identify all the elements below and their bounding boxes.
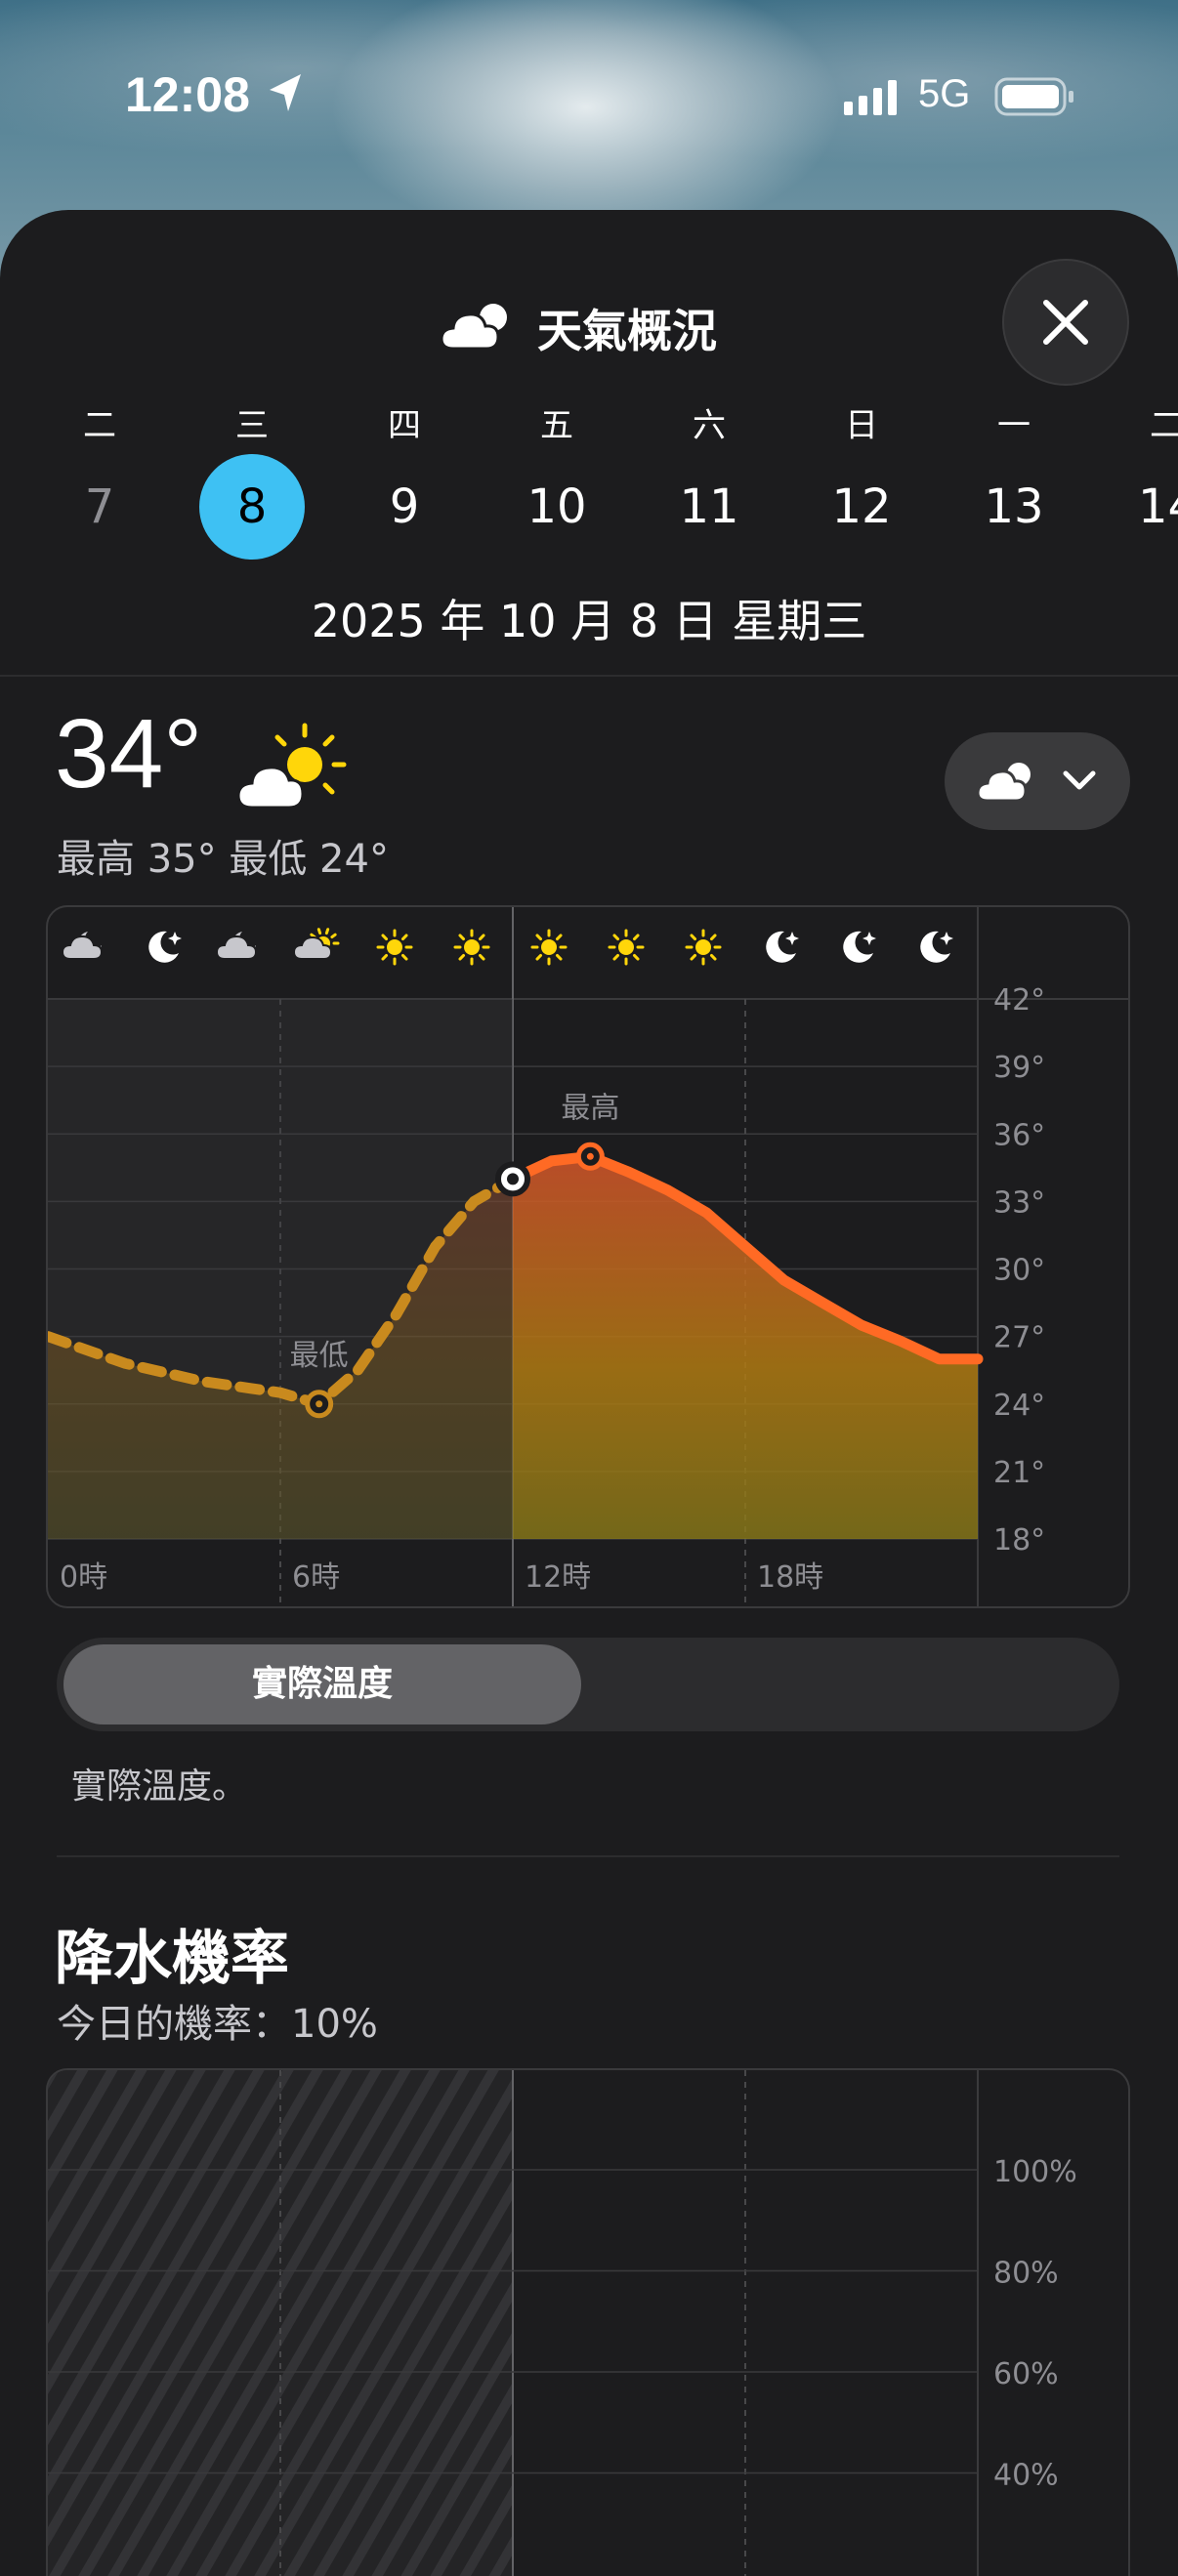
mode-actual-temperature-button[interactable]: 實際溫度 <box>63 1644 581 1724</box>
sun-icon <box>530 929 568 966</box>
mode-description: 實際溫度。 <box>71 1766 248 1807</box>
y-tick-label: 18° <box>993 1523 1045 1558</box>
date-number: 9 <box>389 479 420 534</box>
y-tick-label: 80% <box>993 2257 1059 2291</box>
low-label: 最低 <box>290 1339 349 1373</box>
y-tick-label: 60% <box>993 2357 1059 2391</box>
cloud-moon-icon <box>215 932 258 960</box>
x-tick-label: 18時 <box>757 1560 823 1595</box>
date-number: 11 <box>679 479 739 534</box>
date-number: 7 <box>84 479 115 534</box>
section-divider <box>57 1855 1119 1857</box>
y-tick-label: 33° <box>993 1185 1045 1220</box>
past-shade <box>48 999 513 1539</box>
weather-overview-sheet: 天氣概況 二 7 三 8 四 9 五 10 六 11 日 12 一 13 二 1… <box>0 210 1178 2576</box>
day-wednesday-8-selected[interactable]: 三 8 <box>198 400 306 560</box>
hourly-icons-row <box>61 928 953 966</box>
day-friday-10[interactable]: 五 10 <box>503 400 610 557</box>
date-number: 14 <box>1138 479 1178 534</box>
date-number: 12 <box>831 479 892 534</box>
precipitation-subtitle: 今日的機率：10% <box>57 2002 378 2047</box>
y-tick-label: 30° <box>993 1254 1045 1288</box>
moon-icon <box>766 931 799 963</box>
day-sunday-12[interactable]: 日 12 <box>808 400 915 557</box>
cellular-signal-icon <box>844 80 897 115</box>
y-tick-label: 40% <box>993 2459 1059 2493</box>
day-thursday-9[interactable]: 四 9 <box>351 400 458 557</box>
precipitation-title: 降水機率 <box>55 1925 289 1993</box>
status-time: 12:08 <box>125 67 250 122</box>
current-temperature: 34° <box>55 699 203 809</box>
y-tick-label: 21° <box>993 1456 1045 1490</box>
y-tick-label: 39° <box>993 1051 1045 1085</box>
precipitation-chart: 100% 80% 60% 40% <box>46 2068 1130 2576</box>
date-number: 13 <box>984 479 1044 534</box>
x-tick-label: 12時 <box>525 1560 591 1595</box>
sun-icon <box>453 929 490 966</box>
weekday-label: 日 <box>845 406 878 445</box>
weekday-label: 三 <box>235 406 269 445</box>
y-tick-label: 36° <box>993 1118 1045 1152</box>
x-tick-label: 0時 <box>60 1560 107 1595</box>
day-tuesday-7[interactable]: 二 7 <box>46 400 153 557</box>
precipitation-chart-svg: 100% 80% 60% 40% <box>48 2070 1077 2576</box>
cloud-icon <box>440 304 507 351</box>
weather-layer-dropdown[interactable] <box>945 732 1130 830</box>
close-icon <box>1043 300 1088 345</box>
sun-icon <box>685 929 722 966</box>
high-label: 最高 <box>561 1091 619 1125</box>
x-tick-label: 6時 <box>292 1560 340 1595</box>
cloud-icon <box>976 763 1031 803</box>
full-date-label: 2025 年 10 月 8 日 星期三 <box>311 595 867 647</box>
high-low-label: 最高 35° 最低 24° <box>57 837 389 882</box>
day-saturday-11[interactable]: 六 11 <box>655 400 763 557</box>
calendar-strip: 二 7 三 8 四 9 五 10 六 11 日 12 一 13 二 14 <box>0 400 1178 566</box>
mode-selector[interactable]: 實際溫度 <box>57 1638 1119 1731</box>
network-type: 5G <box>918 72 971 115</box>
weekday-label: 四 <box>388 406 421 445</box>
moon-icon <box>843 931 876 963</box>
weekday-label: 一 <box>997 406 1031 445</box>
cloud-sun-icon <box>292 928 340 960</box>
sun-icon <box>608 929 645 966</box>
battery-icon <box>994 77 1073 116</box>
y-tick-label: 100% <box>993 2155 1077 2189</box>
y-tick-label: 42° <box>993 983 1045 1018</box>
chevron-down-icon <box>1063 770 1096 790</box>
close-button[interactable] <box>1002 259 1129 386</box>
date-number: 10 <box>526 479 587 534</box>
temperature-chart: 42° 39° 36° 33° 30° 27° 24° 21° 18° 最高最低 0時 6時 12時 18… <box>46 905 1130 1608</box>
temperature-chart-svg: 42° 39° 36° 33° 30° 27° 24° 21° 18° 最高最低 0時 6時 12時 18… <box>48 907 1128 1606</box>
moon-icon <box>148 931 182 963</box>
weekday-label: 五 <box>540 406 573 445</box>
sun-icon <box>376 929 413 966</box>
partly-sunny-icon <box>236 723 347 810</box>
weekday-label: 二 <box>83 406 116 445</box>
y-tick-label: 24° <box>993 1389 1045 1423</box>
y-tick-label: 27° <box>993 1321 1045 1355</box>
day-tuesday-14[interactable]: 二 14 <box>1113 400 1178 557</box>
sheet-title: 天氣概況 <box>537 305 717 357</box>
cloud-moon-icon <box>61 932 104 960</box>
weekday-label: 二 <box>1150 406 1178 445</box>
date-number: 8 <box>199 454 305 560</box>
day-monday-13[interactable]: 一 13 <box>960 400 1068 557</box>
divider <box>0 675 1178 677</box>
moon-icon <box>920 931 953 963</box>
weekday-label: 六 <box>693 406 726 445</box>
location-arrow-icon <box>270 74 301 111</box>
